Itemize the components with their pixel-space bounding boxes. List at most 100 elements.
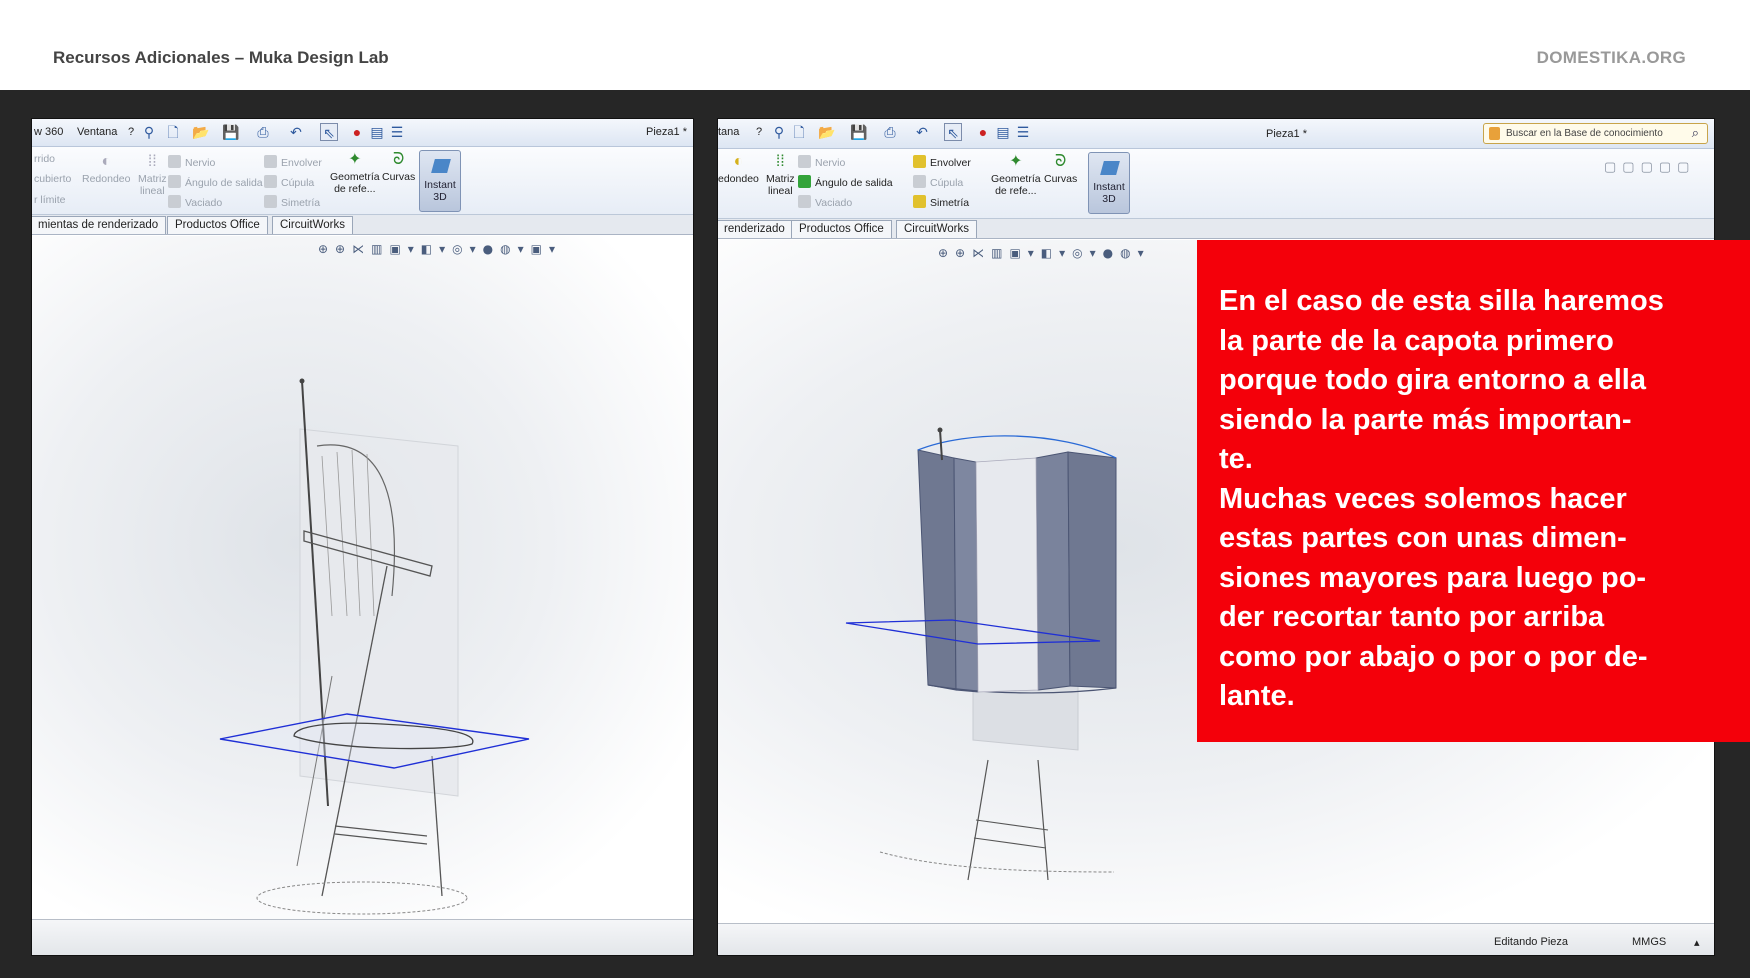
mirror-icon [264,195,277,208]
tab-circuitworks[interactable]: CircuitWorks [896,220,977,238]
course-title: Recursos Adicionales – Muka Design Lab [53,48,389,67]
ribbon-angulo-salida[interactable]: Ángulo de salida [168,175,263,189]
select-arrow-icon[interactable]: ⇖ [944,123,962,141]
ribbon-vaciado[interactable]: Vaciado [798,195,852,209]
document-title: Pieza1 * [646,126,687,138]
print-icon[interactable]: ⎙ [881,123,899,141]
left-cad-window: w 360 Ventana ? ⚲ 🗋 📂 💾 ⎙ ↶ ⇖ ● ▤ ☰ Piez… [31,118,694,956]
command-tabs: mientas de renderizado Productos Office … [32,215,693,235]
chair-sketch-model [219,378,530,915]
graphics-area[interactable]: ⊕⊕⋉▥▣▾◧▾◎▾●◍▾▣▾ [32,236,693,919]
features-ribbon: ◐ edondeo ⁞⁞ Matriz lineal Nervio Ángulo … [718,149,1714,219]
save-icon[interactable]: 💾 [222,123,240,141]
undo-icon[interactable]: ↶ [287,123,305,141]
menu-item-view360[interactable]: w 360 [34,126,63,138]
curves-icon: ᘐ [1054,153,1067,170]
instant3d-button[interactable]: Instant 3D [1088,152,1130,214]
ribbon-matriz-lineal[interactable]: ⁞⁞ Matriz lineal [766,153,795,197]
options-icon[interactable]: ☰ [388,123,406,141]
save-icon[interactable]: 💾 [850,123,868,141]
pin-icon[interactable]: ⚲ [770,123,788,141]
status-bar: Editando Pieza MMGS ▴ [718,923,1714,955]
menu-item-help[interactable]: ? [128,126,134,138]
draft-icon [798,175,811,188]
instant3d-button[interactable]: Instant 3D [419,150,461,212]
document-title: Pieza1 * [1266,128,1307,140]
menu-item-ventana[interactable]: Ventana [77,126,117,138]
print-icon[interactable]: ⎙ [254,123,272,141]
callout-text: En el caso de esta silla haremos la part… [1219,285,1664,712]
chevron-up-icon[interactable]: ▴ [1694,936,1700,949]
slide-header: Recursos Adicionales – Muka Design Lab D… [0,0,1750,90]
brand-logo[interactable]: DOMESTIKA.ORG [1537,48,1686,68]
draft-icon [168,175,181,188]
ribbon-curvas[interactable]: ᘐ Curvas [1044,153,1077,185]
ribbon-nervio[interactable]: Nervio [168,155,215,169]
ribbon-redondeo[interactable]: ◐ edondeo [718,153,759,185]
menu-item-ventana[interactable]: tana [718,126,739,138]
file-props-icon[interactable]: ▤ [368,123,386,141]
ribbon-barrido[interactable]: rrido [34,153,55,165]
ribbon-cupula[interactable]: Cúpula [913,175,963,189]
instruction-callout: En el caso de esta silla haremos la part… [1197,240,1750,742]
reference-geometry-icon: ✦ [1009,153,1023,170]
fillet-icon: ◐ [733,153,744,170]
open-folder-icon[interactable]: 📂 [818,123,836,141]
options-icon[interactable]: ☰ [1014,123,1032,141]
dome-icon [264,175,277,188]
wrap-icon [264,155,277,168]
undo-icon[interactable]: ↶ [913,123,931,141]
dome-icon [913,175,926,188]
ribbon-recubierto[interactable]: cubierto [34,173,71,185]
standard-views-icons[interactable]: ▢▢▢▢▢ [1604,159,1695,175]
curves-icon: ᘐ [392,151,405,168]
ribbon-envolver[interactable]: Envolver [264,155,322,169]
ribbon-vaciado[interactable]: Vaciado [168,195,222,209]
new-doc-icon[interactable]: 🗋 [164,123,182,141]
ribbon-simetria[interactable]: Simetría [264,195,320,209]
search-input[interactable]: Buscar en la Base de conocimiento [1506,128,1663,139]
reference-geometry-icon: ✦ [348,151,362,168]
rib-icon [168,155,181,168]
file-props-icon[interactable]: ▤ [994,123,1012,141]
menu-bar: tana ? ⚲ 🗋 📂 💾 ⎙ ↶ ⇖ ● ▤ ☰ Pieza1 * Busc… [718,119,1714,149]
tab-circuitworks[interactable]: CircuitWorks [272,216,353,234]
select-arrow-icon[interactable]: ⇖ [320,123,338,141]
shell-icon [168,195,181,208]
menu-bar: w 360 Ventana ? ⚲ 🗋 📂 💾 ⎙ ↶ ⇖ ● ▤ ☰ Piez… [32,119,693,147]
linear-pattern-icon: ⁞⁞ [775,153,785,170]
book-icon [1489,127,1500,140]
rib-icon [798,155,811,168]
ribbon-matriz-lineal[interactable]: ⁞⁞ Matriz lineal [138,153,167,197]
tab-herramientas-renderizado[interactable]: renderizado [718,220,793,238]
knowledge-base-search[interactable]: Buscar en la Base de conocimiento ⌕ [1483,123,1708,144]
tab-herramientas-renderizado[interactable]: mientas de renderizado [32,216,167,234]
ribbon-limite[interactable]: r límite [34,194,66,206]
tab-productos-office[interactable]: Productos Office [791,220,892,238]
status-bar [32,919,693,955]
command-tabs: renderizado Productos Office CircuitWork… [718,219,1714,239]
status-mode: Editando Pieza [1494,936,1568,948]
features-ribbon: rrido cubierto r límite ◐ Redondeo ⁞⁞ Ma… [32,147,693,215]
menu-item-help[interactable]: ? [756,126,762,138]
search-icon[interactable]: ⌕ [1692,125,1699,141]
traffic-light-icon[interactable]: ● [348,123,366,141]
ribbon-envolver[interactable]: Envolver [913,155,971,169]
shell-icon [798,195,811,208]
status-units[interactable]: MMGS [1632,936,1666,948]
ribbon-nervio[interactable]: Nervio [798,155,845,169]
ribbon-geometria-referencia[interactable]: ✦ Geometría de refe... [991,153,1041,197]
ribbon-cupula[interactable]: Cúpula [264,175,314,189]
fillet-icon: ◐ [101,153,112,170]
open-folder-icon[interactable]: 📂 [192,123,210,141]
traffic-light-icon[interactable]: ● [974,123,992,141]
ribbon-angulo-salida[interactable]: Ángulo de salida [798,175,893,189]
ribbon-curvas[interactable]: ᘐ Curvas [382,151,415,183]
ribbon-geometria-referencia[interactable]: ✦ Geometría de refe... [330,151,380,195]
tab-productos-office[interactable]: Productos Office [167,216,268,234]
pin-icon[interactable]: ⚲ [140,123,158,141]
ribbon-simetria[interactable]: Simetría [913,195,969,209]
new-doc-icon[interactable]: 🗋 [790,123,808,141]
ribbon-redondeo[interactable]: ◐ Redondeo [82,153,130,185]
wrap-icon [913,155,926,168]
